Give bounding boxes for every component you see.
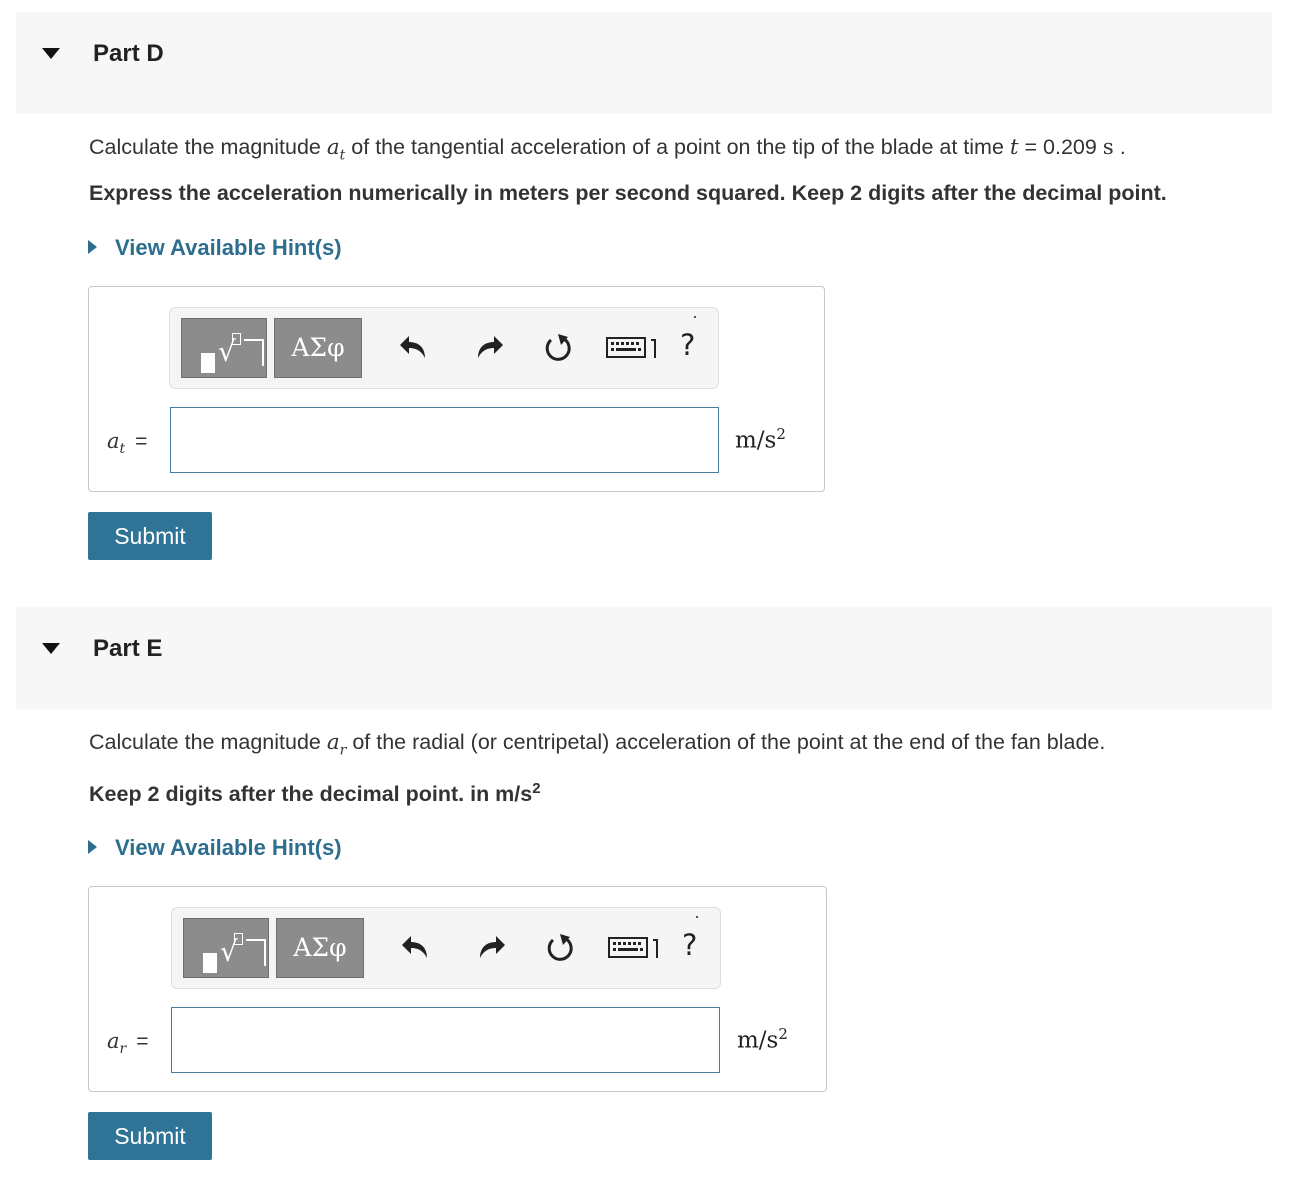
part-d-view-hints-link[interactable]: View Available Hint(s) xyxy=(88,235,342,261)
answer-variable-label: ar = xyxy=(107,1029,149,1058)
reset-icon[interactable] xyxy=(538,326,578,370)
collapse-triangle-icon[interactable] xyxy=(42,48,60,59)
undo-icon[interactable] xyxy=(395,326,435,370)
question-text: of the tangential acceleration of a poin… xyxy=(345,135,1010,159)
part-e-title: Part E xyxy=(93,635,163,662)
undo-icon[interactable] xyxy=(397,926,437,970)
part-e-submit-button[interactable]: Submit xyxy=(88,1112,212,1160)
redo-icon[interactable] xyxy=(470,926,510,970)
toolbar-dot xyxy=(696,916,698,918)
answer-variable-label: at = xyxy=(107,429,148,458)
part-d-instruction: Express the acceleration numerically in … xyxy=(89,181,1167,205)
expand-triangle-icon xyxy=(88,840,97,854)
question-text: Calculate the magnitude xyxy=(89,135,327,159)
keyboard-icon[interactable] xyxy=(605,326,665,370)
question-variable: at xyxy=(326,135,346,164)
redo-icon[interactable] xyxy=(468,326,508,370)
time-unit: s xyxy=(1102,135,1114,160)
reset-icon[interactable] xyxy=(540,926,580,970)
collapse-triangle-icon[interactable] xyxy=(42,643,60,654)
hint-label: View Available Hint(s) xyxy=(115,835,342,860)
part-e-question: Calculate the magnitude ar of the radial… xyxy=(89,730,1105,758)
answer-unit: m/s2 xyxy=(737,1025,788,1054)
math-toolbar: √ ΑΣφ ? xyxy=(171,907,721,989)
question-variable: ar xyxy=(326,730,347,759)
greek-letters-icon[interactable]: ΑΣφ xyxy=(274,318,362,378)
help-icon[interactable]: ? xyxy=(680,328,695,362)
part-d-header[interactable]: Part D xyxy=(16,12,1272,114)
help-icon[interactable]: ? xyxy=(682,928,697,962)
part-e-view-hints-link[interactable]: View Available Hint(s) xyxy=(88,835,342,861)
math-toolbar: √ ΑΣφ ? xyxy=(169,307,719,389)
part-d-submit-button[interactable]: Submit xyxy=(88,512,212,560)
part-d-answer-box: √ ΑΣφ ? at = m/s2 xyxy=(88,286,825,492)
answer-unit: m/s2 xyxy=(735,425,786,454)
templates-icon[interactable]: √ xyxy=(181,318,267,378)
part-e-answer-box: √ ΑΣφ ? ar = m/s2 xyxy=(88,886,827,1092)
expand-triangle-icon xyxy=(88,240,97,254)
question-end: . xyxy=(1113,135,1126,159)
greek-letters-icon[interactable]: ΑΣφ xyxy=(276,918,364,978)
time-variable: t xyxy=(1009,135,1019,160)
part-d-title: Part D xyxy=(93,40,164,67)
keyboard-icon[interactable] xyxy=(607,926,667,970)
answer-input[interactable] xyxy=(171,1007,720,1073)
time-value: = 0.209 xyxy=(1018,135,1103,159)
templates-icon[interactable]: √ xyxy=(183,918,269,978)
part-e-header[interactable]: Part E xyxy=(16,607,1272,709)
part-d-question: Calculate the magnitude at of the tangen… xyxy=(89,135,1126,163)
hint-label: View Available Hint(s) xyxy=(115,235,342,260)
part-e-instruction: Keep 2 digits after the decimal point. i… xyxy=(89,780,541,807)
answer-input[interactable] xyxy=(170,407,719,473)
question-text: Calculate the magnitude xyxy=(89,730,327,754)
toolbar-dot xyxy=(694,316,696,318)
question-text: of the radial (or centripetal) accelerat… xyxy=(346,730,1106,754)
